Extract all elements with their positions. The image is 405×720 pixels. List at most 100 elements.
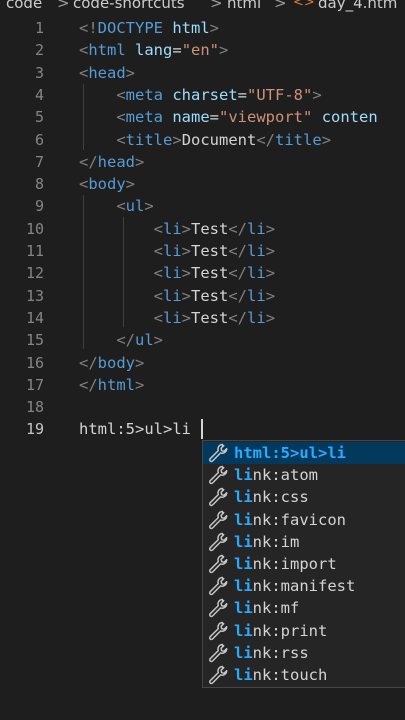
breadcrumb-item-code-shortcuts[interactable]: code-shortcuts xyxy=(73,0,185,11)
suggestion-item[interactable]: html:5>ul>li xyxy=(203,442,405,464)
code-line[interactable]: <body> xyxy=(79,173,135,195)
code-token: > xyxy=(125,64,136,82)
code-token: li xyxy=(163,287,182,305)
code-token: head xyxy=(88,64,126,82)
line-number: 9 xyxy=(34,197,44,215)
breadcrumb: code > code-shortcuts > html > <> day_4.… xyxy=(0,0,405,14)
code-token: html:5>ul>li xyxy=(79,420,191,438)
code-line[interactable]: <li>Test</li> xyxy=(79,262,275,284)
code-token: DOCTYPE xyxy=(97,19,163,37)
code-line[interactable]: <li>Test</li> xyxy=(79,285,275,307)
code-line[interactable]: <html lang="en"> xyxy=(79,39,228,61)
suggestion-item[interactable]: link:import xyxy=(203,553,405,575)
breadcrumb-item-file[interactable]: day_4.htm xyxy=(318,0,397,11)
code-token: title xyxy=(275,131,322,149)
line-number: 12 xyxy=(25,264,44,282)
suggestion-label: html:5>ul>li xyxy=(234,442,346,464)
code-token: li xyxy=(247,264,266,282)
code-token: Document xyxy=(181,131,257,149)
breadcrumb-item-html[interactable]: html xyxy=(227,0,261,11)
suggestion-rest: nk:favicon xyxy=(252,510,346,529)
code-token: < xyxy=(79,41,89,59)
code-token: > xyxy=(153,331,164,349)
code-token: > xyxy=(135,153,145,171)
code-token: </ xyxy=(228,264,248,282)
code-token: head xyxy=(97,153,135,171)
line-number: 2 xyxy=(34,41,44,59)
code-token: Test xyxy=(191,287,229,305)
code-line[interactable]: <meta name="viewport" conten xyxy=(79,106,377,128)
code-line[interactable]: <head> xyxy=(79,62,135,84)
code-token: body xyxy=(88,175,126,193)
code-token: li xyxy=(163,242,182,260)
code-token: li xyxy=(163,309,182,327)
line-number: 14 xyxy=(25,309,44,327)
suggestion-item[interactable]: link:rss xyxy=(203,642,405,664)
code-line[interactable]: <!DOCTYPE html> xyxy=(79,17,219,39)
code-token: > xyxy=(135,376,145,394)
code-token: Test xyxy=(191,220,229,238)
code-token: > xyxy=(265,242,276,260)
code-line[interactable]: <meta charset="UTF-8"> xyxy=(79,84,321,106)
wrench-icon xyxy=(207,442,229,464)
code-token: ul xyxy=(125,197,145,215)
code-line[interactable]: <ul> xyxy=(79,195,153,217)
suggestion-item[interactable]: link:favicon xyxy=(203,509,405,531)
suggestion-match: li xyxy=(234,621,253,640)
suggestion-item[interactable]: link:print xyxy=(203,620,405,642)
code-line[interactable]: <title>Document</title> xyxy=(79,129,331,151)
code-token: > xyxy=(265,220,276,238)
code-token: html xyxy=(97,376,135,394)
code-token: body xyxy=(97,354,135,372)
suggestion-match: li xyxy=(234,599,253,618)
code-token: < xyxy=(79,175,89,193)
suggestion-item[interactable]: link:css xyxy=(203,486,405,508)
line-number: 5 xyxy=(34,108,44,126)
suggestion-label: link:rss xyxy=(234,642,309,664)
suggestion-rest: nk:manifest xyxy=(252,577,356,596)
wrench-icon xyxy=(207,464,229,486)
line-number: 4 xyxy=(34,86,44,104)
line-number: 3 xyxy=(34,64,44,82)
code-token: li xyxy=(247,309,266,327)
code-line[interactable]: html:5>ul>li xyxy=(79,418,191,440)
suggestion-item[interactable]: link:manifest xyxy=(203,575,405,597)
code-token: </ xyxy=(228,287,248,305)
code-line[interactable]: <li>Test</li> xyxy=(79,240,275,262)
code-line[interactable]: </head> xyxy=(79,151,144,173)
suggestion-rest: nk:im xyxy=(252,532,300,551)
wrench-icon xyxy=(207,531,229,553)
suggestion-item[interactable]: link:mf xyxy=(203,597,405,619)
code-line[interactable]: </ul> xyxy=(79,329,163,351)
suggestion-item[interactable]: link:touch xyxy=(203,664,405,686)
code-token: li xyxy=(163,220,182,238)
code-token: < xyxy=(79,64,89,82)
code-token: ul xyxy=(135,331,154,349)
code-line[interactable]: <li>Test</li> xyxy=(79,307,275,329)
breadcrumb-item-code[interactable]: code xyxy=(6,0,42,11)
code-token: > xyxy=(265,287,276,305)
suggestion-match: li xyxy=(234,488,253,507)
wrench-icon xyxy=(207,486,229,508)
code-line[interactable]: <li>Test</li> xyxy=(79,218,275,240)
suggestion-label: link:print xyxy=(234,620,327,642)
code-line[interactable]: </html> xyxy=(79,374,144,396)
wrench-icon xyxy=(207,620,229,642)
code-token: = xyxy=(237,86,248,104)
wrench-icon xyxy=(207,509,229,531)
suggestion-item[interactable]: link:im xyxy=(203,531,405,553)
suggestion-rest: nk:rss xyxy=(252,643,309,662)
code-line[interactable]: </body> xyxy=(79,352,144,374)
code-token: > xyxy=(181,309,192,327)
autocomplete-suggestion-list[interactable]: html:5>ul>li link:atom link:css link:favico… xyxy=(202,440,405,688)
code-token: lang xyxy=(135,41,173,59)
text-cursor xyxy=(201,419,203,439)
suggestion-label: link:im xyxy=(234,531,299,553)
code-token: < xyxy=(116,86,126,104)
line-number: 10 xyxy=(25,220,44,238)
suggestion-item[interactable]: link:atom xyxy=(203,464,405,486)
suggestion-rest: nk:mf xyxy=(252,599,300,618)
